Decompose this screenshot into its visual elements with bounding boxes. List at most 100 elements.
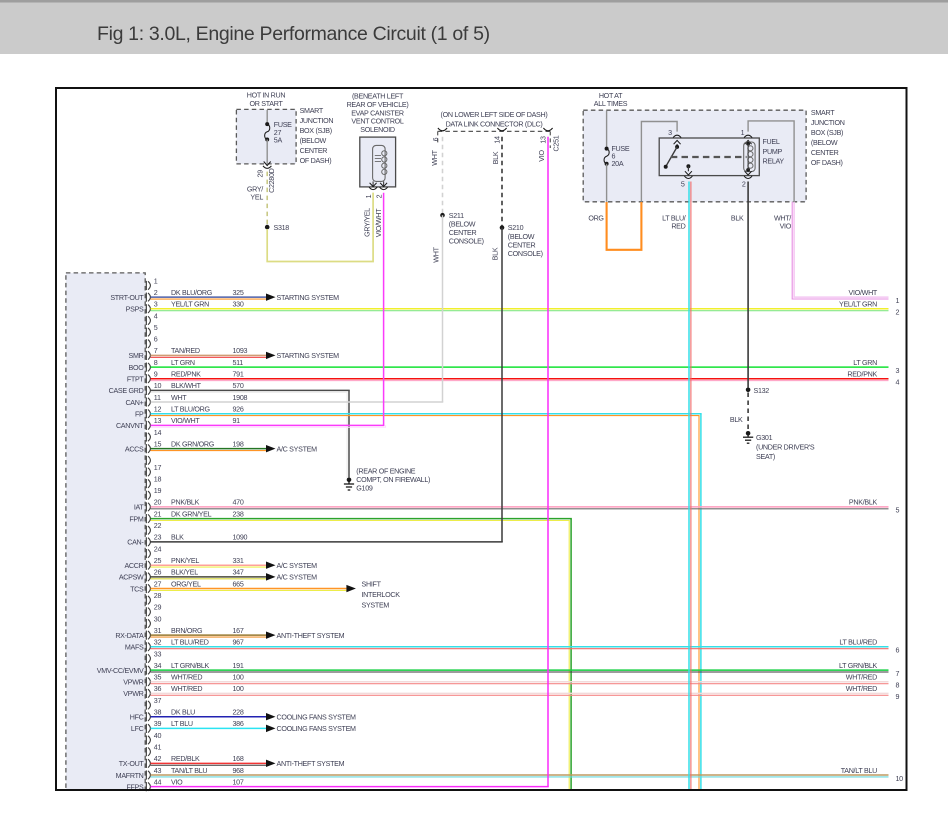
pcm-pin-number: 24	[154, 545, 162, 553]
pcm-pin-bracket	[148, 608, 150, 616]
pcm-pin-signal: ACPSW	[119, 574, 144, 582]
pcm-pin-bracket	[148, 561, 150, 569]
pcm-pin-signal: LFC	[131, 725, 144, 733]
pcm-pin-number: 41	[154, 743, 162, 751]
exit-number: 4	[896, 379, 900, 387]
exit-number: 5	[896, 507, 900, 515]
pcm-pin-bracket	[148, 444, 150, 452]
pcm-pin-number: 26	[154, 569, 162, 577]
dlc-note: (ON LOWER LEFT SIDE OF DASH)	[441, 111, 548, 119]
pcm-pin-number: 36	[154, 685, 162, 693]
pcm-pin-bracket	[148, 619, 150, 627]
pcm-pin-number: 30	[154, 615, 162, 623]
foreground-wires	[689, 182, 748, 790]
wire-circuit-number: 570	[233, 382, 244, 390]
solenoid-wire2-label: VIO/WHT	[375, 208, 383, 237]
pcm-pin-number: 43	[154, 767, 162, 775]
wire-circuit-number: 167	[233, 627, 244, 635]
wire-color-label: VIO	[171, 778, 183, 786]
wire-color-label: WHT	[171, 394, 187, 402]
sjb2-relay-line: RELAY	[763, 158, 785, 166]
system-destination: COOLING FANS SYSTEM	[277, 725, 357, 733]
dlc-pin14-arc	[497, 128, 506, 131]
system-arrow	[266, 573, 276, 580]
wire-color-label: BLK/WHT	[171, 382, 202, 390]
pcm-pin-bracket	[148, 713, 150, 721]
pcm-pin-number: 37	[154, 697, 162, 705]
wire-color-label: BLK	[171, 534, 184, 542]
connector-rows: 12STRT-OUTDK BLU/ORG325STARTING SYSTEM3P…	[97, 137, 889, 792]
pcm-pin-signal: ACCR	[124, 562, 143, 570]
wire-circuit-number: 347	[233, 569, 244, 577]
sjb2-out-whtvio-line: VIO	[780, 223, 792, 231]
exit-number: 10	[896, 775, 904, 783]
wht-vio-wire-stripe	[792, 202, 888, 299]
pcm-pin-number: 1	[154, 277, 158, 285]
sjb1-label-line: JUNCTION	[300, 117, 334, 125]
exit-wire-label: LT GRN	[853, 359, 877, 367]
system-arrow	[266, 760, 276, 767]
system-arrow	[266, 293, 276, 300]
wire-color-label: DK BLU/ORG	[171, 289, 213, 297]
system-arrow	[266, 631, 276, 638]
pcm-pin-bracket	[148, 293, 150, 301]
pcm-pin-bracket	[148, 678, 150, 686]
dlc-pin13-arc	[543, 128, 552, 131]
pcm-pin-number: 20	[154, 499, 162, 507]
exit-wire-label: PNK/BLK	[849, 499, 878, 507]
wire-circuit-number: 325	[233, 289, 244, 297]
pcm-pin-bracket	[148, 398, 150, 406]
wire-color-label: PNK/YEL	[171, 557, 199, 565]
splice-s132-label: S132	[754, 387, 770, 395]
pcm-pin-bracket	[148, 421, 150, 429]
pcm-pin-signal: CANVNT	[116, 422, 144, 430]
exit-number: 6	[896, 647, 900, 655]
wire-circuit-number: 168	[233, 755, 244, 763]
wire-circuit-number: 386	[233, 720, 244, 728]
sjb1-box	[236, 109, 296, 163]
sjb2-label-line: CENTER	[811, 149, 839, 157]
engine-performance-circuit-diagram: Fig 1: 3.0L, Engine Performance Circuit …	[0, 0, 948, 823]
org-wire-label: ORG	[588, 214, 604, 222]
wire-color-label: DK GRN/ORG	[171, 440, 215, 448]
g301-note-line: SEAT)	[756, 453, 775, 461]
exit-number: 9	[896, 693, 900, 701]
exit-number: 7	[896, 670, 900, 678]
pcm-pin-number: 35	[154, 674, 162, 682]
pcm-pin-bracket	[148, 363, 150, 371]
pcm-pin-number: 11	[154, 394, 161, 402]
g109-note: (REAR OF ENGINE	[356, 468, 416, 476]
pcm-pin-number: 44	[154, 778, 162, 786]
sjb2-label-line: JUNCTION	[811, 119, 845, 127]
wht-vio-wire-label: WHT/	[774, 214, 791, 222]
pcm-pin-number: 6	[154, 336, 158, 344]
pcm-pin-number: 25	[154, 557, 162, 565]
terminal-dot	[664, 165, 668, 169]
wire-circuit-number: 330	[233, 301, 244, 309]
wire-circuit-number: 331	[233, 557, 244, 565]
pcm-pin-number: 17	[154, 464, 162, 472]
pcm-pin-bracket	[148, 328, 150, 336]
pcm-pin-bracket	[148, 689, 150, 697]
pcm-pin-number: 42	[154, 755, 162, 763]
gry-yel-wire-label: GRY/	[247, 185, 263, 193]
wire-circuit-number: 198	[233, 440, 244, 448]
pcm-pin-signal: TCS	[130, 585, 144, 593]
pcm-pin-signal: VPWR	[123, 679, 143, 687]
pcm-pin-number: 38	[154, 709, 162, 717]
wire-circuit-number: 665	[233, 580, 244, 588]
pcm-pin-signal: RX-DATA	[115, 632, 144, 640]
g109-label: G109	[356, 485, 373, 493]
pcm-pin-number: 7	[154, 347, 158, 355]
sjb2-fuse-line: 20A	[612, 160, 624, 168]
solenoid-pin1-arc	[369, 187, 377, 189]
pcm-pin-number: 8	[154, 359, 158, 367]
solenoid-box	[360, 137, 396, 187]
sjb1-power-note-line: OR START	[249, 100, 283, 108]
pcm-pin-bracket	[148, 491, 150, 499]
wire-circuit-number: 967	[233, 639, 244, 647]
pcm-pin-number: 32	[154, 639, 162, 647]
pcm-pin-bracket	[148, 701, 150, 709]
pcm-pin-number: 40	[154, 732, 162, 740]
pcm-pin-bracket	[148, 526, 150, 534]
